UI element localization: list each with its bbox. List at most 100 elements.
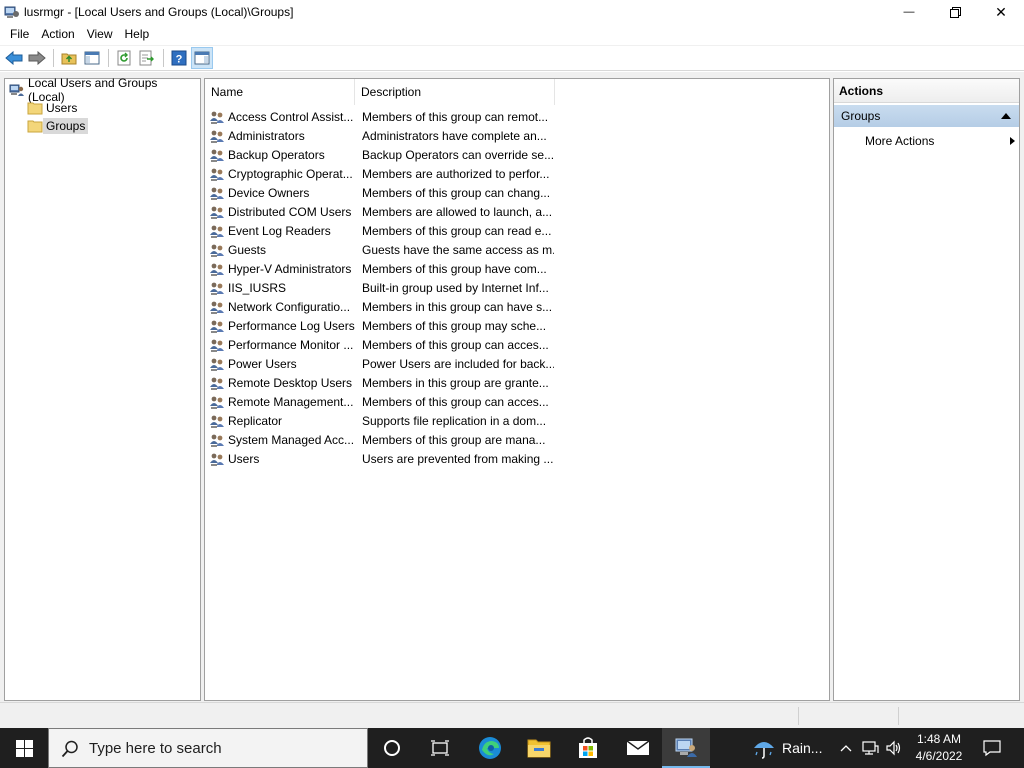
show-hide-console-tree-button[interactable] (81, 47, 103, 69)
show-hidden-icons-button[interactable] (838, 728, 854, 768)
table-row[interactable]: Guests Guests have the same access as m..… (209, 240, 769, 259)
table-row[interactable]: IIS_IUSRS Built-in group used by Internet… (209, 278, 769, 297)
column-header-name[interactable]: Name (205, 79, 355, 105)
table-row[interactable]: Cryptographic Operat... Members are autho… (209, 164, 769, 183)
restore-icon (949, 6, 961, 18)
search-placeholder: Type here to search (89, 740, 222, 757)
group-description: Members of this group have com... (362, 261, 547, 276)
group-name: Guests (228, 242, 267, 257)
group-description: Members of this group are mana... (362, 432, 546, 447)
group-description: Members of this group can acces... (362, 337, 549, 352)
table-row[interactable]: Replicator Supports file replication in a… (209, 411, 769, 430)
table-row[interactable]: System Managed Acc... Members of this gro… (209, 430, 769, 449)
console-tree[interactable]: Local Users and Groups (Local) Users Gro… (4, 76, 201, 701)
show-hide-action-pane-button[interactable] (191, 47, 213, 69)
column-header-description[interactable]: Description (355, 79, 555, 105)
volume-button[interactable] (884, 728, 904, 768)
table-row[interactable]: Device Owners Members of this group can c… (209, 183, 769, 202)
tree-node-groups[interactable]: Groups (27, 117, 89, 135)
group-description: Members of this group can acces... (362, 394, 549, 409)
table-row[interactable]: Distributed COM Users Members are allowed… (209, 202, 769, 221)
taskbar-clock[interactable]: 1:48 AM 4/6/2022 (909, 731, 969, 765)
table-row[interactable]: Performance Monitor ... Members of this g… (209, 335, 769, 354)
weather-text: Rain... (782, 740, 823, 756)
table-row[interactable]: Administrators Administrators have comple… (209, 126, 769, 145)
table-row[interactable]: Power Users Power Users are included for … (209, 354, 769, 373)
table-row[interactable]: Performance Log Users Members of this gro… (209, 316, 769, 335)
folder-icon (27, 102, 43, 115)
group-name: System Managed Acc... (228, 432, 355, 447)
list-header: Name Description (205, 79, 829, 105)
mail-button[interactable] (614, 728, 662, 768)
close-button[interactable]: ✕ (978, 0, 1024, 24)
taskbar: Type here to search Rain... 1:48 AM 4/6/… (0, 728, 1024, 768)
help-button[interactable]: ? (168, 47, 190, 69)
back-button[interactable] (3, 47, 25, 69)
collapse-arrow-icon[interactable] (1001, 113, 1011, 119)
group-icon (210, 130, 224, 143)
group-icon (210, 206, 224, 219)
group-icon (210, 244, 224, 257)
status-bar (0, 702, 1024, 728)
group-description: Administrators have complete an... (362, 128, 547, 143)
toolbar-separator (163, 49, 164, 67)
taskbar-search[interactable]: Type here to search (48, 728, 368, 768)
menu-action[interactable]: Action (35, 24, 80, 44)
group-description: Power Users are included for back... (362, 356, 554, 371)
table-row[interactable]: Hyper-V Administrators Members of this gr… (209, 259, 769, 278)
group-icon (210, 434, 224, 447)
tree-node-root[interactable]: Local Users and Groups (Local) (9, 76, 200, 104)
tree-node-users[interactable]: Users (27, 99, 80, 117)
group-name: Network Configuratio... (228, 299, 351, 314)
store-button[interactable] (564, 728, 612, 768)
cortana-button[interactable] (368, 728, 416, 768)
group-icon (210, 415, 224, 428)
tree-label: Groups (43, 118, 89, 134)
actions-pane: Actions Groups More Actions (833, 78, 1020, 701)
clock-date: 4/6/2022 (915, 749, 963, 763)
clock-time: 1:48 AM (916, 732, 962, 746)
group-name: Access Control Assist... (228, 109, 354, 124)
refresh-button[interactable] (113, 47, 135, 69)
table-row[interactable]: Backup Operators Backup Operators can ove… (209, 145, 769, 164)
table-row[interactable]: Remote Management... Members of this grou… (209, 392, 769, 411)
actions-section-groups[interactable]: Groups (834, 105, 1019, 127)
actions-title: Actions (834, 79, 1019, 103)
table-row[interactable]: Network Configuratio... Members in this g… (209, 297, 769, 316)
up-one-level-button[interactable] (58, 47, 80, 69)
edge-button[interactable] (466, 728, 514, 768)
menu-help[interactable]: Help (119, 24, 156, 44)
menu-file[interactable]: File (4, 24, 35, 44)
group-description: Built-in group used by Internet Inf... (362, 280, 549, 295)
network-button[interactable] (860, 728, 880, 768)
weather-widget[interactable]: Rain... (752, 728, 822, 768)
table-row[interactable]: Access Control Assist... Members of this … (209, 107, 769, 126)
group-description: Members of this group can read e... (362, 223, 552, 238)
window-title: lusrmgr - [Local Users and Groups (Local… (24, 5, 294, 19)
show-hide-action-pane-icon (194, 51, 210, 65)
export-list-button[interactable] (136, 47, 158, 69)
tree-label: Users (46, 101, 78, 115)
group-description: Supports file replication in a dom... (362, 413, 547, 428)
start-button[interactable] (0, 728, 48, 768)
group-description: Backup Operators can override se... (362, 147, 554, 162)
menu-view[interactable]: View (81, 24, 119, 44)
more-actions-item[interactable]: More Actions (865, 132, 1015, 150)
group-name: Power Users (228, 356, 297, 371)
groups-list[interactable]: Name Description Access Control Assist..… (204, 78, 830, 701)
minimize-button[interactable]: — (886, 0, 932, 24)
lusrmgr-taskbar-button[interactable] (662, 728, 710, 768)
table-row[interactable]: Users Users are prevented from making ... (209, 449, 769, 468)
forward-button[interactable] (26, 47, 48, 69)
group-icon (210, 358, 224, 371)
maximize-button[interactable] (932, 0, 978, 24)
close-icon: ✕ (995, 3, 1007, 20)
notifications-button[interactable] (980, 728, 1004, 768)
group-name: Performance Log Users (228, 318, 355, 333)
group-name: Administrators (228, 128, 305, 143)
task-view-button[interactable] (416, 728, 464, 768)
help-icon: ? (171, 50, 187, 66)
table-row[interactable]: Event Log Readers Members of this group c… (209, 221, 769, 240)
table-row[interactable]: Remote Desktop Users Members in this grou… (209, 373, 769, 392)
file-explorer-button[interactable] (515, 728, 563, 768)
